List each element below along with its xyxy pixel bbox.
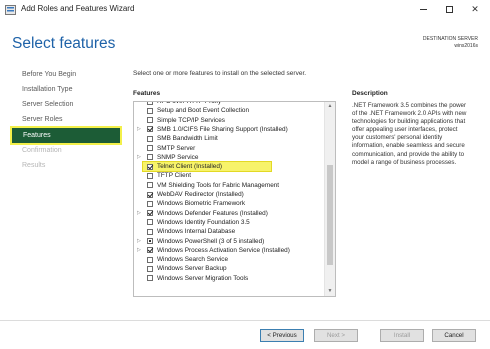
description-heading: Description [352,90,388,97]
feature-checkbox[interactable] [147,256,153,263]
nav-item-before-you-begin[interactable]: Before You Begin [22,71,76,78]
feature-checkbox[interactable] [147,210,153,217]
feature-checkbox[interactable] [147,154,153,161]
scroll-up-arrow-icon[interactable]: ▲ [326,103,334,109]
scrollbar-thumb[interactable] [327,165,333,265]
feature-label: WebDAV Redirector (Installed) [157,191,244,198]
feature-row[interactable]: WebDAV Redirector (Installed) [134,190,326,199]
feature-row[interactable]: Windows Search Service [134,255,326,264]
expand-arrow-icon[interactable]: ▷ [137,209,143,218]
page-title: Select features [12,35,116,52]
feature-row[interactable]: Windows Internal Database [134,227,326,236]
feature-row[interactable]: ▷ SNMP Service [134,153,326,162]
feature-checkbox[interactable] [147,117,153,124]
feature-label: Windows Search Service [157,256,229,264]
feature-checkbox[interactable] [147,182,153,189]
destination-server-info: DESTINATION SERVER wins2016s [423,36,478,50]
feature-checkbox[interactable] [147,102,153,105]
instruction-text: Select one or more features to install o… [133,70,307,77]
feature-label: Windows Server Backup [157,265,227,273]
feature-row[interactable]: ▷ Windows Defender Features (Installed) [134,209,326,218]
feature-row[interactable]: Windows Identity Foundation 3.5 [134,218,326,227]
footer-divider [0,320,490,321]
feature-checkbox[interactable] [147,219,153,226]
feature-checkbox[interactable] [147,163,153,170]
feature-checkbox[interactable] [147,238,153,244]
feature-label: Setup and Boot Event Collection [157,107,250,115]
feature-label: SMB 1.0/CIFS File Sharing Support (Insta… [157,125,288,133]
feature-checkbox[interactable] [147,135,153,142]
server-manager-icon [5,5,16,15]
feature-label: Telnet Client (Installed) [157,163,223,171]
feature-checkbox[interactable] [147,228,153,235]
window-title: Add Roles and Features Wizard [21,4,135,13]
feature-row[interactable]: ▷ SMB 1.0/CIFS File Sharing Support (Inst… [134,125,326,134]
expand-arrow-icon[interactable]: ▷ [137,153,143,162]
feature-label: Windows Identity Foundation 3.5 [157,218,250,226]
nav-item-installation-type[interactable]: Installation Type [22,86,72,93]
feature-label: TFTP Client [157,172,191,180]
features-heading: Features [133,90,161,97]
nav-item-confirmation: Confirmation [22,147,62,154]
maximize-icon [445,6,453,14]
feature-label: SMTP Server [157,144,196,152]
feature-label: SMB Bandwidth Limit [157,135,218,143]
feature-row[interactable]: ▷ Windows PowerShell (3 of 5 installed) [134,237,326,246]
feature-checkbox[interactable] [147,200,153,207]
next-button[interactable]: Next > [314,329,358,342]
feature-row[interactable]: SMB Bandwidth Limit [134,134,326,143]
feature-checkbox[interactable] [147,107,153,114]
minimize-button[interactable] [410,0,436,19]
title-bar: Add Roles and Features Wizard ✕ [0,0,490,20]
feature-row[interactable]: Telnet Client (Installed) [143,162,271,172]
nav-item-server-selection[interactable]: Server Selection [22,101,73,108]
feature-row[interactable]: Windows Server Migration Tools [134,274,326,283]
feature-row[interactable]: TFTP Client [134,171,326,180]
feature-checkbox[interactable] [147,265,153,272]
feature-row[interactable]: VM Shielding Tools for Fabric Management [134,181,326,190]
destination-label: DESTINATION SERVER [422,36,478,42]
feature-label: Windows Server Migration Tools [157,274,249,282]
feature-checkbox[interactable] [147,191,153,198]
feature-label: Windows Biometric Framework [157,200,246,208]
nav-item-server-roles[interactable]: Server Roles [22,116,62,123]
feature-row[interactable]: SMTP Server [134,144,326,153]
nav-item-features[interactable]: Features [12,128,120,143]
feature-label: Simple TCP/IP Services [157,116,225,124]
maximize-button[interactable] [436,0,462,19]
minimize-icon [419,9,427,11]
cancel-button[interactable]: Cancel [432,329,476,342]
destination-server-name: wins2016s [454,43,478,49]
feature-row[interactable]: Setup and Boot Event Collection [134,106,326,115]
feature-label: Windows Defender Features (Installed) [157,209,268,217]
feature-checkbox[interactable] [147,172,153,179]
description-text: .NET Framework 3.5 combines the power of… [352,102,467,166]
close-icon: ✕ [471,4,479,14]
feature-row[interactable]: Windows Biometric Framework [134,199,326,208]
feature-checkbox[interactable] [147,275,153,282]
features-tree[interactable]: RPC over HTTP Proxy Setup and Boot Event … [133,101,336,297]
feature-label: SNMP Service [157,153,199,161]
feature-row[interactable]: Windows Server Backup [134,264,326,273]
scroll-down-arrow-icon[interactable]: ▼ [326,288,334,294]
feature-checkbox[interactable] [147,126,153,133]
feature-row[interactable]: ▷ Windows Process Activation Service (Ins… [134,246,326,255]
install-button[interactable]: Install [380,329,424,342]
feature-checkbox[interactable] [147,145,153,151]
expand-arrow-icon[interactable]: ▷ [137,246,143,255]
close-button[interactable]: ✕ [462,0,488,19]
nav-item-results: Results [22,162,46,169]
feature-checkbox[interactable] [147,247,153,254]
expand-arrow-icon[interactable]: ▷ [137,237,143,246]
expand-arrow-icon[interactable]: ▷ [137,125,143,134]
feature-label: Windows PowerShell (3 of 5 installed) [157,237,265,245]
feature-row[interactable]: Simple TCP/IP Services [134,116,326,125]
previous-button[interactable]: < Previous [260,329,304,342]
feature-label: Windows Process Activation Service (Inst… [157,246,290,254]
feature-label: VM Shielding Tools for Fabric Management [157,181,280,189]
feature-label: Windows Internal Database [157,228,236,236]
